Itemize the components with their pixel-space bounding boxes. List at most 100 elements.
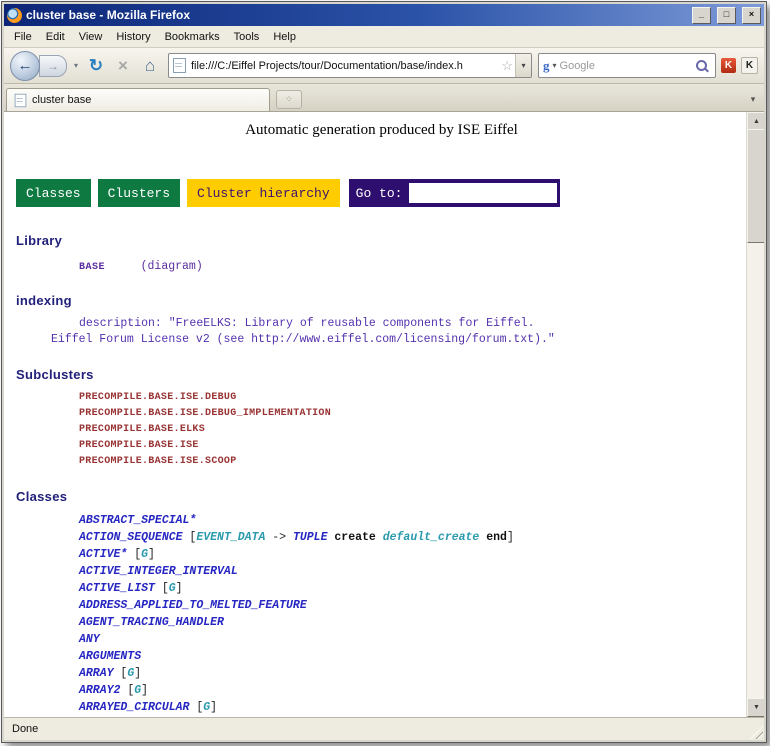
class-entry: ABSTRACT_SPECIAL* [79,512,747,529]
class-entry: ARGUMENTS [79,648,747,665]
goto-input[interactable] [409,183,557,203]
tab-bar: cluster base ⁘ ▾ [4,84,764,112]
class-link[interactable]: ABSTRACT_SPECIAL* [79,514,196,527]
indexing-block: description: "FreeELKS: Library of reusa… [16,316,747,348]
eiffel-keyword: end [486,531,507,544]
bookmark-star-icon[interactable]: ☆ [501,58,513,74]
menu-bar: FileEditViewHistoryBookmarksToolsHelp [4,26,764,48]
class-signature-text: ] [134,667,141,680]
url-dropdown-icon[interactable]: ▾ [515,54,531,77]
navigation-toolbar: ← → ▾ ↻ × ⌂ file:///C:/Eiffel Projects/t… [4,48,764,84]
class-entry: ARRAY [G] [79,665,747,682]
menu-item-view[interactable]: View [72,28,110,46]
class-signature-text [376,531,383,544]
class-list: ABSTRACT_SPECIAL*ACTION_SEQUENCE [EVENT_… [79,512,747,717]
menu-item-file[interactable]: File [7,28,39,46]
subcluster-link[interactable]: PRECOMPILE.BASE.ELKS [79,422,747,438]
window-title: cluster base - Mozilla Firefox [26,8,686,22]
class-link[interactable]: ACTIVE_INTEGER_INTERVAL [79,565,238,578]
close-button[interactable]: × [742,7,761,24]
class-link[interactable]: ARGUMENTS [79,650,141,663]
menu-item-help[interactable]: Help [266,28,303,46]
goto-label: Go to: [349,186,410,201]
page-favicon [173,58,186,73]
subcluster-link[interactable]: PRECOMPILE.BASE.ISE [79,438,747,454]
class-signature-text: -> [265,531,293,544]
classes-heading: Classes [16,489,747,504]
tab-cluster-base[interactable]: cluster base [6,88,270,111]
menu-item-bookmarks[interactable]: Bookmarks [158,28,227,46]
class-signature-text: ] [210,701,217,714]
class-entry: ARRAY2 [G] [79,682,747,699]
home-icon[interactable]: ⌂ [138,54,162,78]
class-signature-text: [ [189,701,203,714]
status-bar: Done [4,717,764,740]
library-diagram-link[interactable]: (diagram) [141,260,203,273]
search-icon[interactable] [696,60,707,71]
class-signature-text: ] [176,582,183,595]
class-link[interactable]: TUPLE [293,531,328,544]
class-link[interactable]: ACTIVE* [79,548,127,561]
class-entry: ACTION_SEQUENCE [EVENT_DATA -> TUPLE cre… [79,529,747,546]
tab-label: cluster base [32,94,91,106]
class-link[interactable]: ACTIVE_LIST [79,582,155,595]
class-entry: ACTIVE* [G] [79,546,747,563]
list-all-tabs-icon[interactable]: ▾ [744,89,762,109]
forward-button[interactable]: → [39,55,67,77]
library-heading: Library [16,233,747,248]
generic-parameter-link[interactable]: G [169,582,176,595]
back-button[interactable]: ← [10,51,40,81]
google-logo-icon: g [543,59,550,72]
subclusters-heading: Subclusters [16,367,747,382]
classes-button[interactable]: Classes [16,179,91,207]
scroll-down-icon[interactable]: ▼ [747,698,764,717]
library-base-link[interactable]: BASE [79,262,105,273]
generic-parameter-link[interactable]: default_create [383,531,480,544]
goto-box: Go to: [349,179,561,207]
menu-item-history[interactable]: History [109,28,157,46]
class-link[interactable]: ACTION_SEQUENCE [79,531,183,544]
class-link[interactable]: ANY [79,633,100,646]
firefox-icon [7,8,22,23]
extension-k-icon[interactable]: K [741,57,758,74]
generic-parameter-link[interactable]: EVENT_DATA [196,531,265,544]
class-signature-text: [ [127,548,141,561]
subcluster-list: PRECOMPILE.BASE.ISE.DEBUGPRECOMPILE.BASE… [79,390,747,470]
vertical-scrollbar[interactable]: ▲ ▼ [746,112,764,717]
indexing-line: Eiffel Forum License v2 (see http://www.… [51,332,747,348]
cluster-hierarchy-button[interactable]: Cluster hierarchy [187,179,340,207]
class-link[interactable]: ARRAY2 [79,684,120,697]
class-link[interactable]: AGENT_TRACING_HANDLER [79,616,224,629]
scrollbar-thumb[interactable] [747,129,764,243]
class-entry: ANY [79,631,747,648]
clusters-button[interactable]: Clusters [98,179,180,207]
subcluster-link[interactable]: PRECOMPILE.BASE.ISE.SCOOP [79,454,747,470]
subcluster-link[interactable]: PRECOMPILE.BASE.ISE.DEBUG_IMPLEMENTATION [79,406,747,422]
resize-grip[interactable] [750,726,763,739]
tab-favicon [15,93,27,107]
class-link[interactable]: ADDRESS_APPLIED_TO_MELTED_FEATURE [79,599,307,612]
generic-parameter-link[interactable]: G [141,548,148,561]
extension-red-icon[interactable]: K [721,58,736,73]
history-dropdown-icon[interactable]: ▾ [71,61,81,70]
class-entry: ACTIVE_LIST [G] [79,580,747,597]
url-bar[interactable]: file:///C:/Eiffel Projects/tour/Document… [168,53,532,78]
class-entry: AGENT_TRACING_HANDLER [79,614,747,631]
menu-item-edit[interactable]: Edit [39,28,72,46]
menu-item-tools[interactable]: Tools [227,28,267,46]
minimize-button[interactable]: _ [692,7,711,24]
class-link[interactable]: ARRAYED_CIRCULAR [79,701,189,714]
class-link[interactable]: ARRAY [79,667,114,680]
document-page: Automatic generation produced by ISE Eif… [4,112,747,717]
search-bar[interactable]: g ▾ Google [538,53,716,78]
class-signature-text: ] [148,548,155,561]
indexing-line: description: "FreeELKS: Library of reusa… [79,316,747,332]
maximize-button[interactable]: □ [717,7,736,24]
title-bar[interactable]: cluster base - Mozilla Firefox _ □ × [4,4,764,26]
search-engine-dropdown-icon[interactable]: ▾ [553,61,557,70]
search-input[interactable]: Google [560,60,693,72]
refresh-icon[interactable]: ↻ [84,54,108,78]
stop-icon[interactable]: × [111,54,135,78]
subcluster-link[interactable]: PRECOMPILE.BASE.ISE.DEBUG [79,390,747,406]
url-input[interactable]: file:///C:/Eiffel Projects/tour/Document… [191,60,499,72]
